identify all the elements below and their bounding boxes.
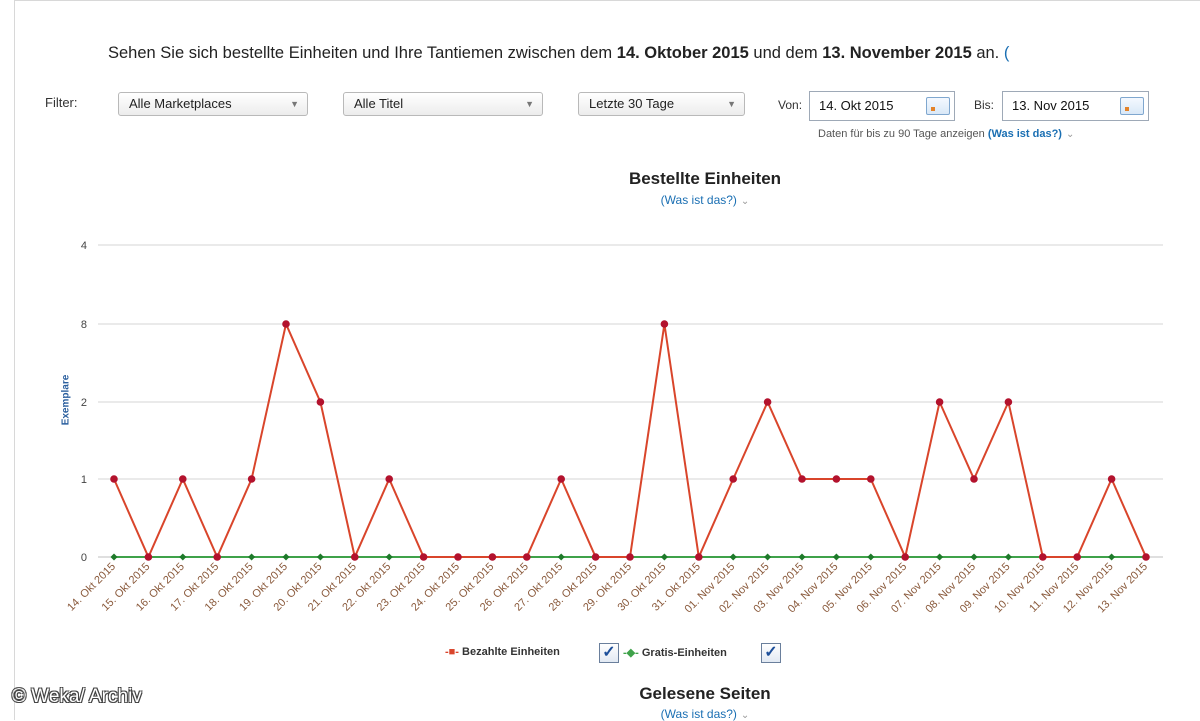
legend-free-label: Gratis-Einheiten bbox=[641, 647, 727, 659]
data-point bbox=[763, 398, 772, 406]
data-point bbox=[1039, 553, 1047, 561]
data-point bbox=[523, 553, 531, 561]
legend-item-free[interactable]: -◆- Gratis-Einheiten bbox=[623, 646, 727, 659]
chevron-down-icon: ⌄ bbox=[740, 710, 750, 721]
legend-item-paid[interactable]: -■- Bezahlte Einheiten bbox=[445, 646, 560, 658]
data-point bbox=[385, 553, 393, 561]
legend-paid-label: Bezahlte Einheiten bbox=[462, 646, 560, 658]
data-point bbox=[110, 553, 118, 561]
data-point bbox=[970, 475, 978, 483]
data-point bbox=[282, 320, 290, 328]
section-help-link[interactable]: (Was ist das?) bbox=[661, 707, 737, 721]
data-point bbox=[385, 475, 394, 483]
data-point bbox=[660, 320, 669, 328]
data-point bbox=[248, 553, 256, 561]
data-point bbox=[110, 475, 118, 483]
data-point bbox=[867, 553, 875, 561]
data-point bbox=[1073, 553, 1081, 561]
data-point bbox=[832, 475, 841, 483]
section-title-read-pages: Gelesene Seiten bbox=[639, 684, 771, 703]
data-point bbox=[695, 553, 703, 561]
data-point bbox=[454, 553, 462, 561]
y-tick-label: 1 bbox=[81, 474, 87, 486]
data-point bbox=[179, 475, 187, 483]
data-point bbox=[901, 553, 909, 561]
free-series-marker-icon: -◆- bbox=[623, 647, 639, 659]
y-tick-label: 4 bbox=[81, 240, 87, 252]
data-point bbox=[867, 475, 875, 483]
data-point bbox=[729, 553, 737, 561]
data-point bbox=[179, 553, 187, 561]
data-point bbox=[316, 553, 324, 561]
data-point bbox=[557, 553, 565, 561]
free-series-checkbox[interactable]: ✓ bbox=[761, 643, 781, 663]
y-tick-label: 2 bbox=[81, 397, 87, 409]
y-tick-label: 0 bbox=[81, 552, 87, 564]
data-point bbox=[798, 475, 806, 483]
data-point bbox=[213, 553, 221, 561]
data-point bbox=[1107, 475, 1116, 483]
data-point bbox=[729, 475, 737, 483]
data-point bbox=[935, 398, 944, 406]
data-point bbox=[970, 553, 978, 561]
data-point bbox=[626, 553, 634, 561]
paid-series-marker-icon: -■- bbox=[445, 646, 459, 658]
data-point bbox=[591, 553, 600, 561]
data-point bbox=[557, 475, 565, 483]
data-point bbox=[1108, 553, 1116, 561]
data-point bbox=[351, 553, 359, 561]
data-point bbox=[1142, 553, 1150, 561]
data-point bbox=[316, 398, 325, 406]
paid-series-checkbox[interactable]: ✓ bbox=[599, 643, 619, 663]
data-point bbox=[764, 553, 772, 561]
data-point bbox=[488, 553, 497, 561]
data-point bbox=[419, 553, 428, 561]
data-point bbox=[1004, 398, 1013, 406]
units-line-chart: 01284 14. Okt 201515. Okt 201516. Okt 20… bbox=[65, 240, 1163, 615]
data-point bbox=[832, 553, 840, 561]
data-point bbox=[660, 553, 668, 561]
section-help: (Was ist das?) ⌄ bbox=[0, 707, 1200, 721]
data-point bbox=[247, 475, 256, 483]
watermark: © Weka/ Archiv bbox=[12, 686, 142, 707]
data-point bbox=[798, 553, 806, 561]
data-point bbox=[936, 553, 944, 561]
series-line bbox=[113, 320, 1147, 561]
y-tick-label: 8 bbox=[81, 319, 87, 331]
data-point bbox=[282, 553, 290, 561]
data-point bbox=[1004, 553, 1012, 561]
data-point bbox=[144, 553, 153, 561]
